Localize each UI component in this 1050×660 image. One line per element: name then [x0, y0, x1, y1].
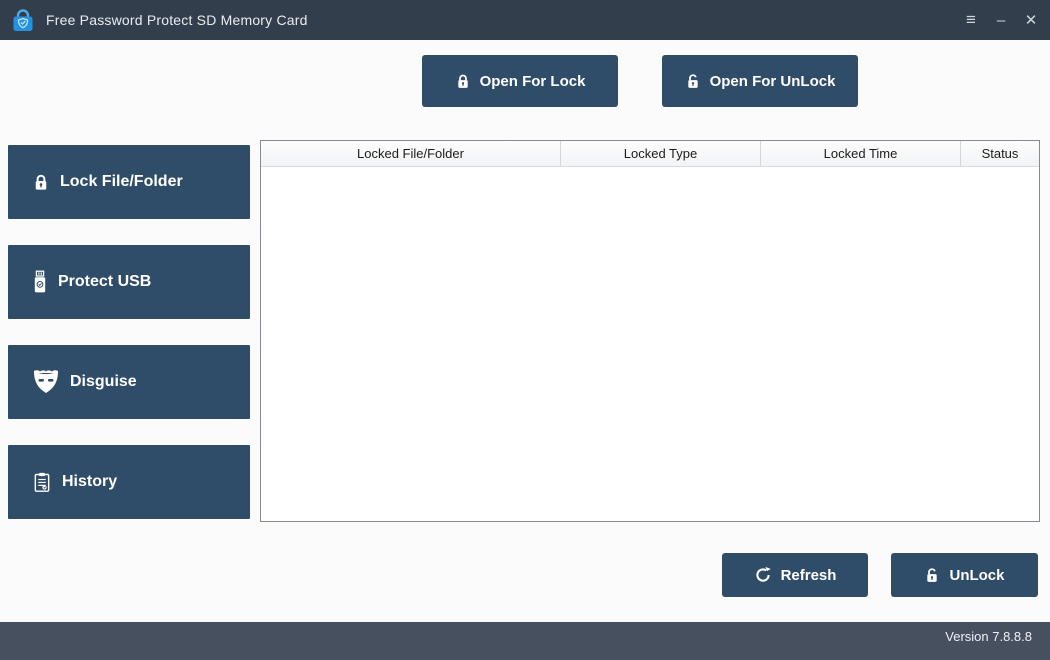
unlock-button[interactable]: UnLock — [891, 553, 1038, 597]
sidebar-item-label: Lock File/Folder — [60, 173, 183, 191]
open-for-lock-label: Open For Lock — [480, 73, 586, 90]
unlock-label: UnLock — [949, 567, 1004, 584]
open-for-unlock-button[interactable]: Open For UnLock — [662, 55, 858, 107]
lock-icon — [32, 173, 50, 192]
refresh-label: Refresh — [781, 567, 837, 584]
open-for-unlock-label: Open For UnLock — [710, 73, 836, 90]
open-for-lock-button[interactable]: Open For Lock — [422, 55, 618, 107]
column-header-status[interactable]: Status — [961, 141, 1039, 166]
statusbar: Version 7.8.8.8 — [0, 622, 1050, 660]
lock-open-icon — [924, 567, 940, 584]
column-header-locked-type[interactable]: Locked Type — [561, 141, 761, 166]
clipboard-icon — [32, 471, 52, 493]
window-title: Free Password Protect SD Memory Card — [46, 12, 308, 28]
sidebar-item-label: Protect USB — [58, 273, 151, 291]
minimize-icon[interactable]: – — [986, 0, 1016, 40]
sidebar-item-lock-file-folder[interactable]: Lock File/Folder — [8, 145, 250, 219]
version-label: Version 7.8.8.8 — [945, 629, 1032, 644]
lock-closed-icon — [455, 73, 471, 90]
sidebar-item-label: History — [62, 473, 117, 491]
locked-items-table: Locked File/Folder Locked Type Locked Ti… — [260, 140, 1040, 522]
table-header-row: Locked File/Folder Locked Type Locked Ti… — [261, 141, 1039, 167]
column-header-locked-file-folder[interactable]: Locked File/Folder — [261, 141, 561, 166]
usb-drive-icon — [32, 270, 48, 294]
refresh-icon — [754, 566, 772, 584]
mask-icon — [32, 369, 60, 395]
window-controls: ≡ – ✕ — [956, 0, 1050, 40]
sidebar-item-disguise[interactable]: Disguise — [8, 345, 250, 419]
app-logo-icon — [10, 7, 36, 33]
refresh-button[interactable]: Refresh — [722, 553, 868, 597]
sidebar-item-history[interactable]: History — [8, 445, 250, 519]
close-icon[interactable]: ✕ — [1016, 0, 1046, 40]
titlebar: Free Password Protect SD Memory Card ≡ –… — [0, 0, 1050, 40]
app-window: Free Password Protect SD Memory Card ≡ –… — [0, 0, 1050, 660]
sidebar-item-protect-usb[interactable]: Protect USB — [8, 245, 250, 319]
column-header-locked-time[interactable]: Locked Time — [761, 141, 961, 166]
table-body[interactable] — [261, 167, 1039, 520]
sidebar-item-label: Disguise — [70, 373, 137, 391]
menu-icon[interactable]: ≡ — [956, 0, 986, 40]
lock-open-icon — [685, 73, 701, 90]
